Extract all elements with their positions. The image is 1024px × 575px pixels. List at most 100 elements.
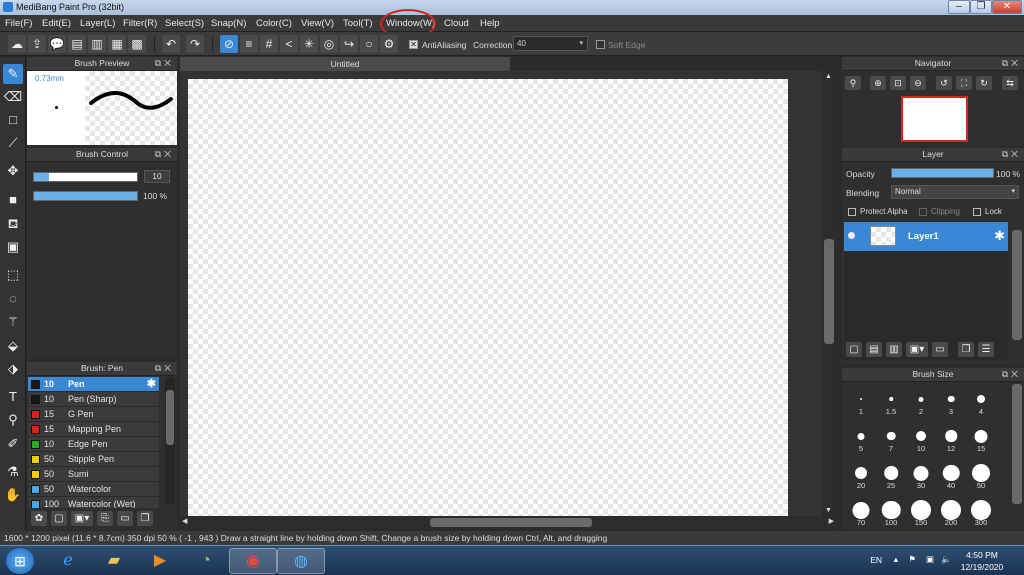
antialiasing-checkbox[interactable]: ✕	[409, 40, 418, 49]
circle-snap-icon[interactable]: ○	[360, 35, 378, 53]
canvas-tab[interactable]: Untitled	[180, 57, 510, 71]
brush-list-item[interactable]: 50 Sumi	[28, 467, 159, 482]
brush-tool-icon[interactable]: ✎	[3, 64, 23, 84]
brush-size-scrollbar[interactable]	[1012, 384, 1022, 504]
brush-size-option[interactable]: 50	[966, 460, 996, 490]
brush-list-item[interactable]: 50 Stipple Pen	[28, 452, 159, 467]
brush-copy-icon[interactable]: ⎘	[97, 511, 113, 526]
layer-list-scrollbar[interactable]	[1012, 230, 1022, 340]
scroll-down-icon[interactable]: ▼	[825, 507, 832, 514]
brush-list-item[interactable]: 10 Edge Pen	[28, 437, 159, 452]
brush-size-option[interactable]: 7	[876, 423, 906, 453]
menu-view[interactable]: View(V)	[301, 18, 334, 29]
select-rect-tool-icon[interactable]: ⬚	[3, 265, 23, 285]
zoom-in-icon[interactable]: ⊕	[870, 76, 886, 90]
rotate-left-icon[interactable]: ↺	[936, 76, 952, 90]
brush-list-item[interactable]: 10 Pen ✱	[28, 377, 159, 392]
windows-start-icon[interactable]: ⊞	[6, 548, 34, 574]
network-icon[interactable]: ▣	[926, 554, 934, 565]
protect-alpha-checkbox[interactable]	[848, 208, 856, 216]
new-8bit-layer-icon[interactable]: ▥	[886, 342, 902, 357]
rotate-right-icon[interactable]: ↻	[976, 76, 992, 90]
horizontal-scroll-thumb[interactable]	[430, 518, 592, 527]
correction-select[interactable]: 40 ▾	[513, 36, 588, 51]
curve-snap-icon[interactable]: ↪	[340, 35, 358, 53]
panel-float-close-icon[interactable]: ⧉✕	[155, 148, 174, 161]
brush-list-item[interactable]: 15 Mapping Pen	[28, 422, 159, 437]
layer-folder-icon[interactable]: ▭	[932, 342, 948, 357]
clock-date[interactable]: 12/19/2020	[956, 562, 1008, 572]
lock-checkbox[interactable]	[973, 208, 981, 216]
layer-menu-icon[interactable]: ☰	[978, 342, 994, 357]
eyedropper-tool-icon[interactable]: ⚗	[3, 462, 23, 482]
volume-icon[interactable]: 🔈	[941, 554, 952, 565]
brush-size-option[interactable]: 200	[936, 497, 966, 527]
brush-list-item[interactable]: 50 Watercolor	[28, 482, 159, 497]
brush-size-option[interactable]: 150	[906, 497, 936, 527]
redo-icon[interactable]: ↷	[186, 35, 204, 53]
panel-float-close-icon[interactable]: ⧉✕	[1002, 148, 1021, 161]
medibang-taskbar-icon[interactable]: ◍	[277, 548, 325, 574]
brush-size-option[interactable]: 3	[936, 386, 966, 416]
clock-time[interactable]: 4:50 PM	[960, 550, 1004, 560]
brush-size-option[interactable]: 2	[906, 386, 936, 416]
vanishing-point-snap-icon[interactable]: <	[280, 35, 298, 53]
brush-size-option[interactable]: 70	[846, 497, 876, 527]
brush-settings-icon[interactable]: ✿	[31, 511, 47, 526]
new-brush-icon[interactable]: ▢	[51, 511, 67, 526]
comment-icon[interactable]: ▤	[68, 35, 86, 53]
blending-select[interactable]: Normal ▾	[891, 185, 1019, 199]
brush-opacity-slider[interactable]	[33, 191, 138, 201]
snap-off-icon[interactable]: ⊘	[220, 35, 238, 53]
flip-horizontal-icon[interactable]: ⇆	[1002, 76, 1018, 90]
vertical-scroll-thumb[interactable]	[824, 239, 834, 344]
hand-tool-icon[interactable]: ✋	[3, 485, 23, 505]
text-tool-icon[interactable]: T	[3, 387, 23, 407]
menu-snap[interactable]: Snap(N)	[211, 18, 246, 29]
file-explorer-icon[interactable]: ▰	[90, 548, 138, 574]
brush-size-option[interactable]: 4	[966, 386, 996, 416]
scroll-left-icon[interactable]: ◀	[182, 517, 187, 525]
menu-layer[interactable]: Layer(L)	[80, 18, 115, 29]
menu-help[interactable]: Help	[480, 18, 500, 29]
fit-window-icon[interactable]: ⛶	[956, 76, 972, 90]
select-pen-tool-icon[interactable]: ⬙	[3, 336, 23, 356]
concentric-snap-icon[interactable]: ◎	[320, 35, 338, 53]
brush-list-item[interactable]: 10 Pen (Sharp)	[28, 392, 159, 407]
panel-float-close-icon[interactable]: ⧉✕	[1002, 57, 1021, 70]
document-icon[interactable]: ▥	[88, 35, 106, 53]
crisscross-snap-icon[interactable]: #	[260, 35, 278, 53]
brush-size-slider[interactable]	[33, 172, 138, 182]
brush-size-value[interactable]: 10	[144, 170, 170, 183]
brush-size-option[interactable]: 10	[906, 423, 936, 453]
menu-tool[interactable]: Tool(T)	[343, 18, 373, 29]
brush-list-scrollbar[interactable]	[165, 378, 175, 504]
canvas-sheet[interactable]	[188, 79, 788, 516]
menu-filter[interactable]: Filter(R)	[123, 18, 157, 29]
internet-explorer-icon[interactable]: ℯ	[44, 548, 92, 574]
cloud-icon[interactable]: ☁	[8, 35, 26, 53]
material-icon[interactable]: ▦	[108, 35, 126, 53]
layer-row[interactable]: Layer1 ✱	[844, 222, 1008, 251]
layer-visibility-icon[interactable]	[848, 232, 855, 239]
share-icon[interactable]: ⇪	[28, 35, 46, 53]
lasso-tool-icon[interactable]: ◌	[3, 289, 23, 309]
canvas-vertical-scrollbar[interactable]: ▲ ▼	[822, 71, 836, 516]
operation-tool-icon[interactable]: ⚲	[3, 410, 23, 430]
dot-tool-icon[interactable]: □	[3, 110, 23, 130]
brush-size-option[interactable]: 40	[936, 460, 966, 490]
gradient-tool-icon[interactable]: ▣	[3, 237, 23, 257]
brush-folder-icon[interactable]: ▭	[117, 511, 133, 526]
add-brush-menu-icon[interactable]: ▣▾	[71, 511, 93, 526]
magic-wand-tool-icon[interactable]: ⚚	[3, 312, 23, 332]
line-tool-icon[interactable]: ⟋	[3, 133, 23, 153]
select-eraser-tool-icon[interactable]: ⬗	[3, 359, 23, 379]
brush-settings-gear-icon[interactable]: ✱	[147, 377, 156, 390]
brush-size-option[interactable]: 20	[846, 460, 876, 490]
layer-opacity-slider[interactable]	[891, 168, 994, 178]
zoom-fit-icon[interactable]: ⚲	[845, 76, 861, 90]
scroll-right-icon[interactable]: ▶	[829, 517, 834, 525]
menu-edit[interactable]: Edit(E)	[42, 18, 71, 29]
duplicate-layer-icon[interactable]: ❐	[958, 342, 974, 357]
speech-bubble-icon[interactable]: 💬	[48, 35, 66, 53]
